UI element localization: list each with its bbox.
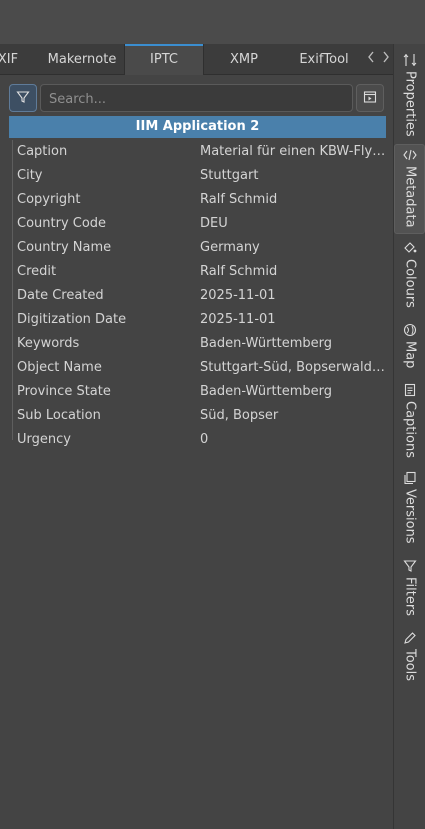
row-value: Baden-Württemberg xyxy=(200,384,332,399)
table-row[interactable]: Keywords Baden-Württemberg xyxy=(9,332,386,356)
view-options-button[interactable] xyxy=(356,84,384,112)
search-input[interactable] xyxy=(47,88,347,110)
paint-bucket-icon xyxy=(403,241,417,255)
metadata-panel: XIF Makernote IPTC XMP ExifTool IIM Appl… xyxy=(0,44,393,829)
table-row[interactable]: Credit Ralf Schmid xyxy=(9,260,386,284)
globe-icon xyxy=(403,323,417,337)
sidebar-tab-colours[interactable]: Colours xyxy=(394,238,425,308)
section-header: IIM Application 2 xyxy=(9,116,386,138)
row-key: Sub Location xyxy=(17,408,101,423)
row-key: Caption xyxy=(17,144,68,159)
properties-icon xyxy=(403,53,417,67)
table-row[interactable]: Digitization Date 2025-11-01 xyxy=(9,308,386,332)
filter-toggle-button[interactable] xyxy=(9,84,37,112)
search-box xyxy=(40,84,353,112)
sidebar-tab-filters[interactable]: Filters xyxy=(394,556,425,616)
tab-exiftool[interactable]: ExifTool xyxy=(284,44,364,74)
row-key: Copyright xyxy=(17,192,81,207)
sidebar-label: Tools xyxy=(402,649,418,682)
metadata-table: Caption Material für einen KBW-Flyer... C… xyxy=(9,140,386,452)
table-row[interactable]: Date Created 2025-11-01 xyxy=(9,284,386,308)
row-value: Germany xyxy=(200,240,260,255)
row-value: Material für einen KBW-Flyer... xyxy=(200,144,386,159)
row-key: Province State xyxy=(17,384,111,399)
table-row[interactable]: Urgency 0 xyxy=(9,428,386,452)
row-value: Stuttgart xyxy=(200,168,259,183)
sidebar-tab-map[interactable]: Map xyxy=(394,320,425,368)
row-value: Ralf Schmid xyxy=(200,264,278,279)
tab-makernote[interactable]: Makernote xyxy=(40,44,124,74)
row-key: Urgency xyxy=(17,432,71,447)
row-value: Stuttgart-Süd, Bopserwaldstr... xyxy=(200,360,386,375)
document-icon xyxy=(403,383,417,397)
row-key: Country Code xyxy=(17,216,107,231)
sidebar-label: Metadata xyxy=(402,166,418,228)
sidebar-label: Properties xyxy=(402,71,418,137)
versions-icon xyxy=(403,471,417,485)
sidebar-tab-properties[interactable]: Properties xyxy=(394,50,425,137)
row-key: Date Created xyxy=(17,288,104,303)
row-value: 0 xyxy=(200,432,209,447)
sidebar-tab-metadata[interactable]: Metadata xyxy=(394,144,425,234)
table-row[interactable]: Province State Baden-Württemberg xyxy=(9,380,386,404)
pencil-icon xyxy=(403,631,417,645)
table-row[interactable]: Object Name Stuttgart-Süd, Bopserwaldstr.… xyxy=(9,356,386,380)
tab-iptc[interactable]: IPTC xyxy=(124,44,204,75)
row-value: Ralf Schmid xyxy=(200,192,278,207)
sidebar-tab-captions[interactable]: Captions xyxy=(394,380,425,458)
sidebar-label: Versions xyxy=(402,489,418,544)
table-row[interactable]: Country Code DEU xyxy=(9,212,386,236)
row-value: DEU xyxy=(200,216,228,231)
window-top-strip xyxy=(0,0,425,44)
row-key: Country Name xyxy=(17,240,112,255)
metadata-toolbar xyxy=(0,82,393,116)
table-row[interactable]: Sub Location Süd, Bopser xyxy=(9,404,386,428)
row-key: Digitization Date xyxy=(17,312,127,327)
tab-xmp[interactable]: XMP xyxy=(206,44,282,74)
panel-view-icon xyxy=(363,89,377,108)
sidebar-label: Colours xyxy=(402,259,418,308)
funnel-icon xyxy=(402,559,417,573)
table-row[interactable]: City Stuttgart xyxy=(9,164,386,188)
table-row[interactable]: Caption Material für einen KBW-Flyer... xyxy=(9,140,386,164)
tab-bar: XIF Makernote IPTC XMP ExifTool xyxy=(0,44,393,75)
sidebar-label: Map xyxy=(402,341,418,369)
tab-xif[interactable]: XIF xyxy=(0,44,24,74)
row-value: Süd, Bopser xyxy=(200,408,279,423)
right-sidebar: Properties Metadata Colours Map Captions… xyxy=(393,44,425,829)
row-value: 2025-11-01 xyxy=(200,288,276,303)
row-key: Credit xyxy=(17,264,57,279)
table-row[interactable]: Copyright Ralf Schmid xyxy=(9,188,386,212)
tab-scroll-left-icon[interactable] xyxy=(364,51,378,67)
row-key: City xyxy=(17,168,43,183)
table-row[interactable]: Country Name Germany xyxy=(9,236,386,260)
sidebar-tab-tools[interactable]: Tools xyxy=(394,628,425,681)
row-key: Object Name xyxy=(17,360,102,375)
tab-scroll-right-icon[interactable] xyxy=(379,51,393,67)
row-value: 2025-11-01 xyxy=(200,312,276,327)
row-key: Keywords xyxy=(17,336,80,351)
code-icon xyxy=(402,148,417,162)
sidebar-label: Captions xyxy=(402,401,418,458)
row-value: Baden-Württemberg xyxy=(200,336,332,351)
funnel-icon xyxy=(16,89,30,108)
sidebar-label: Filters xyxy=(402,577,418,616)
sidebar-tab-versions[interactable]: Versions xyxy=(394,468,425,544)
